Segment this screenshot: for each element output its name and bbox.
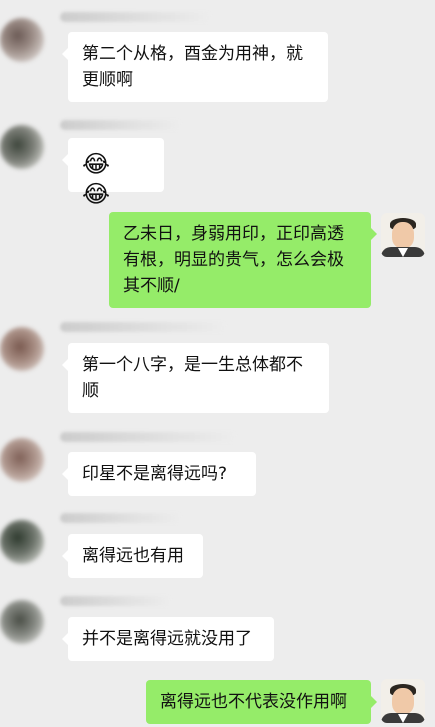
- message-bubble[interactable]: 并不是离得远就没用了: [62, 617, 274, 661]
- sender-name-blurred: [60, 322, 225, 332]
- message-bubble[interactable]: 离得远也不代表没作用啊: [146, 680, 377, 724]
- sender-name-blurred: [60, 596, 170, 606]
- contact-avatar[interactable]: [0, 18, 44, 62]
- contact-avatar[interactable]: [0, 438, 44, 482]
- sender-name-blurred: [60, 120, 180, 130]
- contact-avatar[interactable]: [0, 520, 44, 564]
- emoji-message-bubble[interactable]: 😂😂: [62, 138, 164, 208]
- my-avatar[interactable]: [381, 213, 425, 257]
- contact-avatar[interactable]: [0, 600, 44, 644]
- message-bubble[interactable]: 离得远也有用: [62, 534, 203, 578]
- contact-avatar[interactable]: [0, 125, 44, 169]
- avatar-face: [392, 222, 414, 248]
- sender-name-blurred: [60, 513, 180, 523]
- my-avatar[interactable]: [381, 679, 425, 723]
- sender-name-blurred: [60, 12, 210, 22]
- contact-avatar[interactable]: [0, 327, 44, 371]
- message-bubble[interactable]: 乙未日，身弱用印，正印高透有根，明显的贵气，怎么会极其不顺/: [109, 212, 377, 308]
- message-bubble[interactable]: 印星不是离得远吗?: [62, 452, 256, 496]
- message-bubble[interactable]: 第一个八字，是一生总体都不顺: [62, 343, 329, 413]
- message-bubble[interactable]: 第二个从格，酉金为用神，就更顺啊: [62, 32, 328, 102]
- chat-window: 第二个从格，酉金为用神，就更顺啊 😂😂 乙未日，身弱用印，正印高透有根，明显的贵…: [0, 0, 435, 727]
- sender-name-blurred: [60, 432, 235, 442]
- avatar-face: [392, 688, 414, 714]
